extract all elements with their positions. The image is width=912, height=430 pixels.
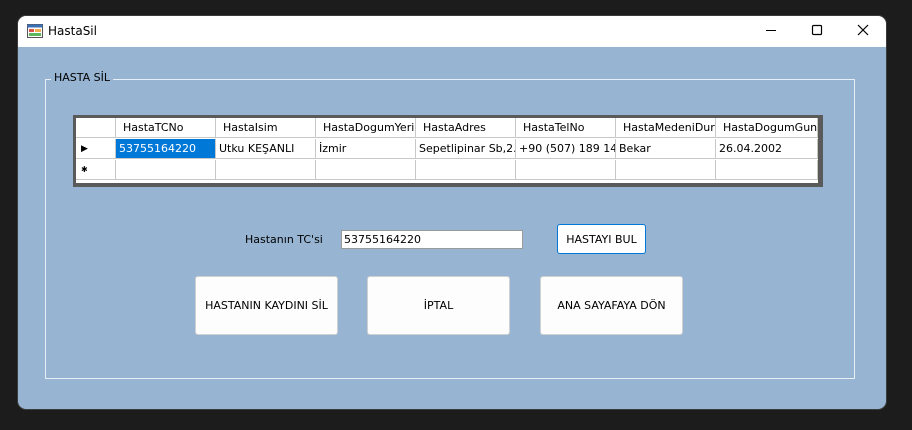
column-header[interactable]: HastaTCNo [116,118,216,138]
tc-label: Hastanın TC'si [245,233,323,246]
table-cell[interactable] [616,160,716,180]
table-cell[interactable] [416,160,516,180]
table-cell[interactable]: +90 (507) 189 14... [516,139,616,159]
column-header[interactable]: HastaIsim [216,118,316,138]
tc-input[interactable] [342,231,522,248]
new-row-indicator[interactable]: ✱ [76,160,116,180]
table-cell[interactable] [516,160,616,180]
maximize-icon [811,24,823,39]
main-window: HastaSil HASTA SİL HastaTCNo HastaIsim H… [18,16,886,409]
table-cell[interactable] [316,160,416,180]
patients-grid[interactable]: HastaTCNo HastaIsim HastaDogumYeri Hasta… [73,115,823,187]
column-header[interactable]: HastaDogumYeri [316,118,416,138]
home-button[interactable]: ANA SAYAFAYA DÖN [540,276,683,335]
new-row[interactable]: ✱ [76,160,818,181]
close-icon [857,24,869,39]
minimize-icon [765,24,777,39]
table-cell[interactable]: Bekar [616,139,716,159]
current-row-indicator[interactable]: ▶ [76,139,116,159]
table-cell[interactable]: 53755164220 [116,139,216,159]
find-patient-button[interactable]: HASTAYI BUL [557,224,646,254]
grid-corner-cell[interactable] [76,118,116,138]
minimize-button[interactable] [748,16,794,47]
column-header[interactable]: HastaMedeniDurum [616,118,716,138]
group-title: HASTA SİL [51,71,114,84]
maximize-button[interactable] [794,16,840,47]
table-cell[interactable] [216,160,316,180]
table-cell[interactable]: 26.04.2002 [716,139,818,159]
window-title: HastaSil [48,24,97,38]
form-icon [27,24,43,38]
table-row[interactable]: ▶ 53755164220 Utku KEŞANLI İzmir Sepetli… [76,139,818,160]
close-button[interactable] [840,16,886,47]
table-cell[interactable] [716,160,818,180]
column-header[interactable]: HastaTelNo [516,118,616,138]
delete-record-button[interactable]: HASTANIN KAYDINI SİL [195,276,338,335]
table-cell[interactable]: Utku KEŞANLI [216,139,316,159]
column-header[interactable]: HastaDogumGunu [716,118,818,138]
table-cell[interactable] [116,160,216,180]
cancel-button[interactable]: İPTAL [367,276,510,335]
title-bar[interactable]: HastaSil [18,16,886,47]
column-header[interactable]: HastaAdres [416,118,516,138]
table-cell[interactable]: Sepetlipinar Sb,2... [416,139,516,159]
tc-input-box[interactable] [341,230,523,249]
grid-header-row: HastaTCNo HastaIsim HastaDogumYeri Hasta… [76,118,818,139]
table-cell[interactable]: İzmir [316,139,416,159]
